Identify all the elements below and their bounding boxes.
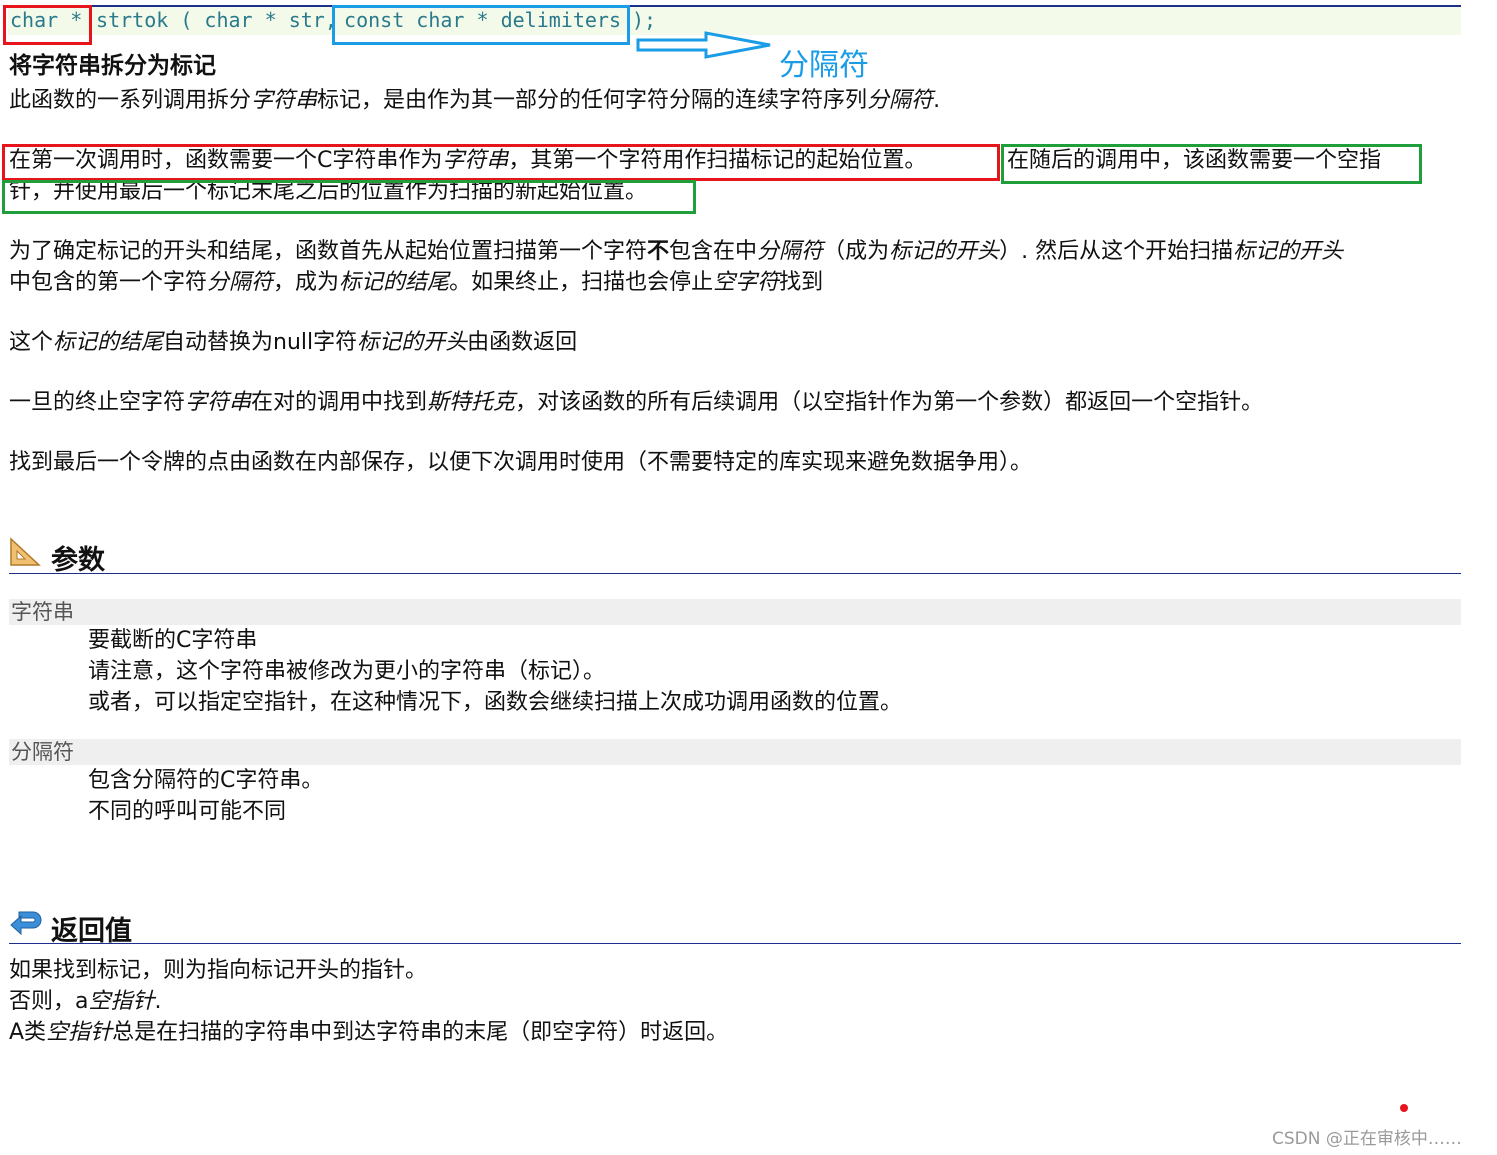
green-highlight-subsequent-1 — [1001, 144, 1422, 184]
return-arrow-icon — [10, 911, 42, 936]
red-highlight-return-type — [3, 5, 92, 45]
param-str-desc-2: 请注意，这个字符串被修改为更小的字符串（标记）。 — [88, 659, 606, 684]
blue-highlight-delimiters — [332, 5, 630, 45]
page-heading: 将字符串拆分为标记 — [9, 53, 216, 79]
green-highlight-subsequent-2 — [2, 180, 696, 214]
return-rule — [9, 943, 1461, 944]
annotation-label: 分隔符 — [779, 48, 869, 83]
intro-paragraph: 此函数的一系列调用拆分字符串标记，是由作为其一部分的任何字符分隔的连续字符序列分… — [9, 88, 941, 113]
arrow-annotation-icon — [636, 31, 771, 59]
param-delimiters-name: 分隔符 — [9, 739, 1461, 765]
params-title: 参数 — [51, 545, 105, 576]
scan-paragraph-line1: 为了确定标记的开头和结尾，函数首先从起始位置扫描第一个字符不包含在中分隔符（成为… — [9, 239, 1344, 264]
red-dot — [1400, 1104, 1408, 1112]
params-rule — [9, 573, 1461, 574]
red-highlight-first-call — [2, 144, 1000, 181]
null-terminator-paragraph: 一旦的终止空字符字符串在对的调用中找到斯特托克，对该函数的所有后续调用（以空指针… — [9, 390, 1264, 415]
return-line-2: 否则，a空指针. — [9, 989, 162, 1014]
param-delimiters-desc-1: 包含分隔符的C字符串。 — [88, 768, 324, 793]
save-paragraph: 找到最后一个令牌的点由函数在内部保存，以便下次调用时使用（不需要特定的库实现来避… — [9, 450, 1033, 475]
param-str-desc-1: 要截断的C字符串 — [88, 628, 258, 653]
param-delimiters-desc-2: 不同的呼叫可能不同 — [88, 799, 287, 824]
ruler-triangle-icon — [10, 537, 41, 566]
signature-end: ); — [632, 8, 657, 32]
return-line-1: 如果找到标记，则为指向标记开头的指针。 — [9, 958, 428, 983]
param-str-name: 字符串 — [9, 599, 1461, 625]
return-line-3: A类空指针总是在扫描的字符串中到达字符串的末尾（即空字符）时返回。 — [9, 1020, 729, 1045]
scan-paragraph-line2: 中包含的第一个字符分隔符，成为标记的结尾。如果终止，扫描也会停止空字符找到 — [9, 270, 824, 295]
signature-function: strtok ( char * str, — [84, 8, 337, 32]
replace-paragraph: 这个标记的结尾自动替换为null字符标记的开头由函数返回 — [9, 330, 578, 355]
csdn-watermark: CSDN @正在审核中…… — [1272, 1129, 1462, 1149]
param-str-desc-3: 或者，可以指定空指针，在这种情况下，函数会继续扫描上次成功调用函数的位置。 — [88, 690, 903, 715]
